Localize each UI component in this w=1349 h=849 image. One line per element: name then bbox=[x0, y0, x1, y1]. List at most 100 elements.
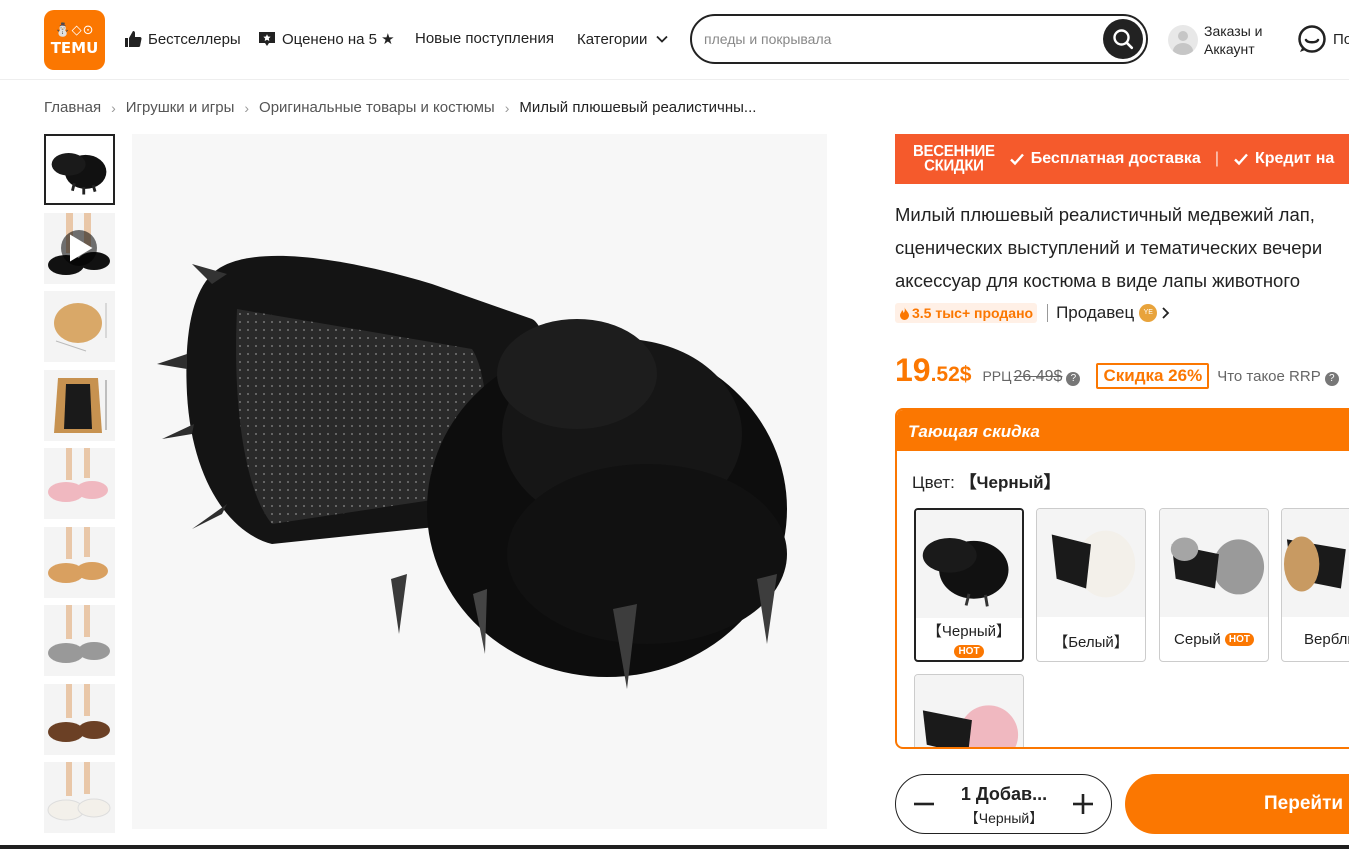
swatch-image bbox=[915, 675, 1023, 747]
play-icon[interactable] bbox=[61, 229, 97, 266]
star-badge-icon bbox=[258, 30, 276, 48]
thumbnail-3[interactable] bbox=[44, 291, 115, 362]
rrp-value: 26.49$ bbox=[1013, 368, 1063, 385]
account-menu[interactable]: Заказы и Аккаунт bbox=[1168, 22, 1270, 58]
flash-sale-box: Тающая скидка Цвет: 【Черный】 【Черный】 HO… bbox=[895, 408, 1349, 749]
flash-sale-title: Тающая скидка bbox=[897, 410, 1349, 451]
chevron-right-icon[interactable] bbox=[1160, 306, 1172, 320]
color-swatch-white[interactable]: 【Белый】 bbox=[1036, 508, 1146, 662]
chevron-right-icon: › bbox=[111, 99, 116, 116]
avatar-icon bbox=[1168, 25, 1198, 55]
plus-icon bbox=[1073, 794, 1093, 814]
swatch-label: 【Черный】 bbox=[926, 623, 1012, 640]
breadcrumb-item[interactable]: Игрушки и игры bbox=[126, 99, 235, 116]
thumbnail-8[interactable] bbox=[44, 683, 115, 755]
nav-bestsellers-label: Бестселлеры bbox=[148, 30, 241, 48]
thumbnail-6[interactable] bbox=[44, 526, 115, 598]
nav-bestsellers[interactable]: Бестселлеры bbox=[124, 30, 241, 48]
color-value: 【Черный】 bbox=[959, 473, 1061, 492]
product-title-line: аксессуар для костюма в виде лапы животн… bbox=[895, 270, 1300, 291]
swatch-label-text: Серый bbox=[1174, 631, 1221, 648]
breadcrumb: Главная › Игрушки и игры › Оригинальные … bbox=[44, 99, 756, 116]
color-swatch-camel[interactable]: Верблю bbox=[1281, 508, 1349, 662]
decrease-button[interactable] bbox=[912, 792, 936, 816]
breadcrumb-item[interactable]: Оригинальные товары и костюмы bbox=[259, 99, 495, 116]
thumbnail-4[interactable] bbox=[44, 369, 115, 441]
product-title: Милый плюшевый реалистичный медвежий лап… bbox=[895, 198, 1349, 297]
quantity-stepper: 1 Добав... 【Черный】 bbox=[895, 774, 1112, 834]
thumbnail-list bbox=[44, 134, 115, 841]
search-icon bbox=[1113, 29, 1134, 50]
window-bottom-edge bbox=[0, 845, 1349, 849]
product-title-line: сценических выступлений и тематических в… bbox=[895, 237, 1323, 258]
color-label: Цвет: bbox=[912, 473, 955, 492]
promo-banner[interactable]: ВЕСЕННИЕ СКИДКИ Бесплатная доставка | Кр… bbox=[895, 134, 1349, 184]
search-button[interactable] bbox=[1103, 19, 1143, 59]
promo-credit-label: Кредит на bbox=[1254, 150, 1335, 167]
thumbnail-7[interactable] bbox=[44, 605, 115, 676]
nav-new-arrivals[interactable]: Новые поступления bbox=[415, 30, 554, 47]
question-icon[interactable]: ? bbox=[1066, 372, 1081, 386]
price-integer: 19 bbox=[895, 352, 931, 388]
swatch-label: 【Белый】 bbox=[1053, 634, 1129, 651]
thumbs-up-icon bbox=[124, 30, 142, 48]
thumbnail-video[interactable] bbox=[44, 212, 115, 284]
swatch-image bbox=[1160, 509, 1268, 617]
sold-seller-row: 3.5 тыс+ продано Продавец YE bbox=[895, 303, 1172, 323]
seller-logo[interactable]: YE bbox=[1139, 304, 1158, 322]
hot-badge: HOT bbox=[1224, 633, 1254, 646]
question-icon[interactable]: ? bbox=[1324, 372, 1339, 386]
rrp-help-link[interactable]: Что такое RRP bbox=[1217, 368, 1321, 385]
quantity-label: 1 Добав... bbox=[960, 784, 1048, 804]
increase-button[interactable] bbox=[1071, 792, 1095, 816]
sold-badge: 3.5 тыс+ продано bbox=[895, 303, 1038, 323]
bear-paw-image bbox=[157, 255, 787, 689]
thumbnail-1[interactable] bbox=[44, 134, 115, 205]
support-menu[interactable]: По bbox=[1297, 24, 1349, 54]
swatch-image bbox=[1037, 509, 1145, 617]
thumbnail-5[interactable] bbox=[44, 448, 115, 519]
logo-text: TEMU bbox=[50, 39, 99, 57]
temu-logo[interactable]: ⛄◇⊙ TEMU bbox=[44, 10, 105, 70]
nav-rated[interactable]: Оценено на 5 ★ bbox=[258, 30, 395, 48]
product-info-panel: ВЕСЕННИЕ СКИДКИ Бесплатная доставка | Кр… bbox=[895, 134, 1349, 849]
product-title-line: Милый плюшевый реалистичный медвежий лап… bbox=[895, 204, 1315, 225]
rrp-label: РРЦ bbox=[982, 368, 1012, 384]
swatch-label: Верблю bbox=[1304, 631, 1349, 648]
promo-free-shipping: Бесплатная доставка bbox=[1009, 150, 1201, 168]
main-product-image[interactable] bbox=[132, 134, 827, 829]
support-label: По bbox=[1333, 30, 1349, 48]
promo-separator: | bbox=[1214, 150, 1219, 167]
color-selector-label: Цвет: 【Черный】 bbox=[912, 468, 1061, 493]
nav-categories-label: Категории bbox=[577, 30, 648, 48]
color-swatch-pink[interactable] bbox=[914, 674, 1024, 747]
quantity-variant: 【Черный】 bbox=[964, 810, 1044, 826]
minus-icon bbox=[914, 802, 934, 806]
color-swatch-black[interactable]: 【Черный】 HOT bbox=[914, 508, 1024, 662]
swatch-image bbox=[916, 510, 1022, 618]
thumbnail-9[interactable] bbox=[44, 762, 115, 833]
chevron-down-icon bbox=[653, 30, 671, 48]
account-label-line1: Заказы и bbox=[1204, 23, 1263, 39]
seller-link[interactable]: Продавец bbox=[1056, 303, 1134, 323]
swatch-label: Серый HOT bbox=[1160, 631, 1268, 648]
hot-badge: HOT bbox=[954, 645, 984, 658]
nav-rated-label: Оценено на 5 ★ bbox=[282, 31, 395, 48]
nav-new-arrivals-label: Новые поступления bbox=[415, 30, 554, 47]
discount-badge: Скидка 26% bbox=[1096, 363, 1210, 389]
promo-badge-line2: СКИДКИ bbox=[924, 156, 984, 175]
nav-categories[interactable]: Категории bbox=[577, 30, 671, 48]
search-input[interactable] bbox=[704, 28, 1094, 50]
account-label-line2: Аккаунт bbox=[1204, 41, 1255, 57]
swatch-hot-row: HOT bbox=[916, 643, 1022, 660]
chevron-right-icon: › bbox=[244, 99, 250, 116]
color-swatch-gray[interactable]: Серый HOT bbox=[1159, 508, 1269, 662]
search-box bbox=[690, 14, 1148, 64]
swatch-image bbox=[1282, 509, 1349, 617]
price-fraction: .52$ bbox=[930, 363, 972, 386]
promo-badge: ВЕСЕННИЕ СКИДКИ bbox=[913, 143, 995, 175]
breadcrumb-item[interactable]: Главная bbox=[44, 99, 101, 116]
sold-count: 3.5 тыс+ продано bbox=[912, 305, 1034, 321]
go-to-cart-button[interactable]: Перейти bbox=[1125, 774, 1349, 834]
check-icon bbox=[1234, 153, 1248, 166]
